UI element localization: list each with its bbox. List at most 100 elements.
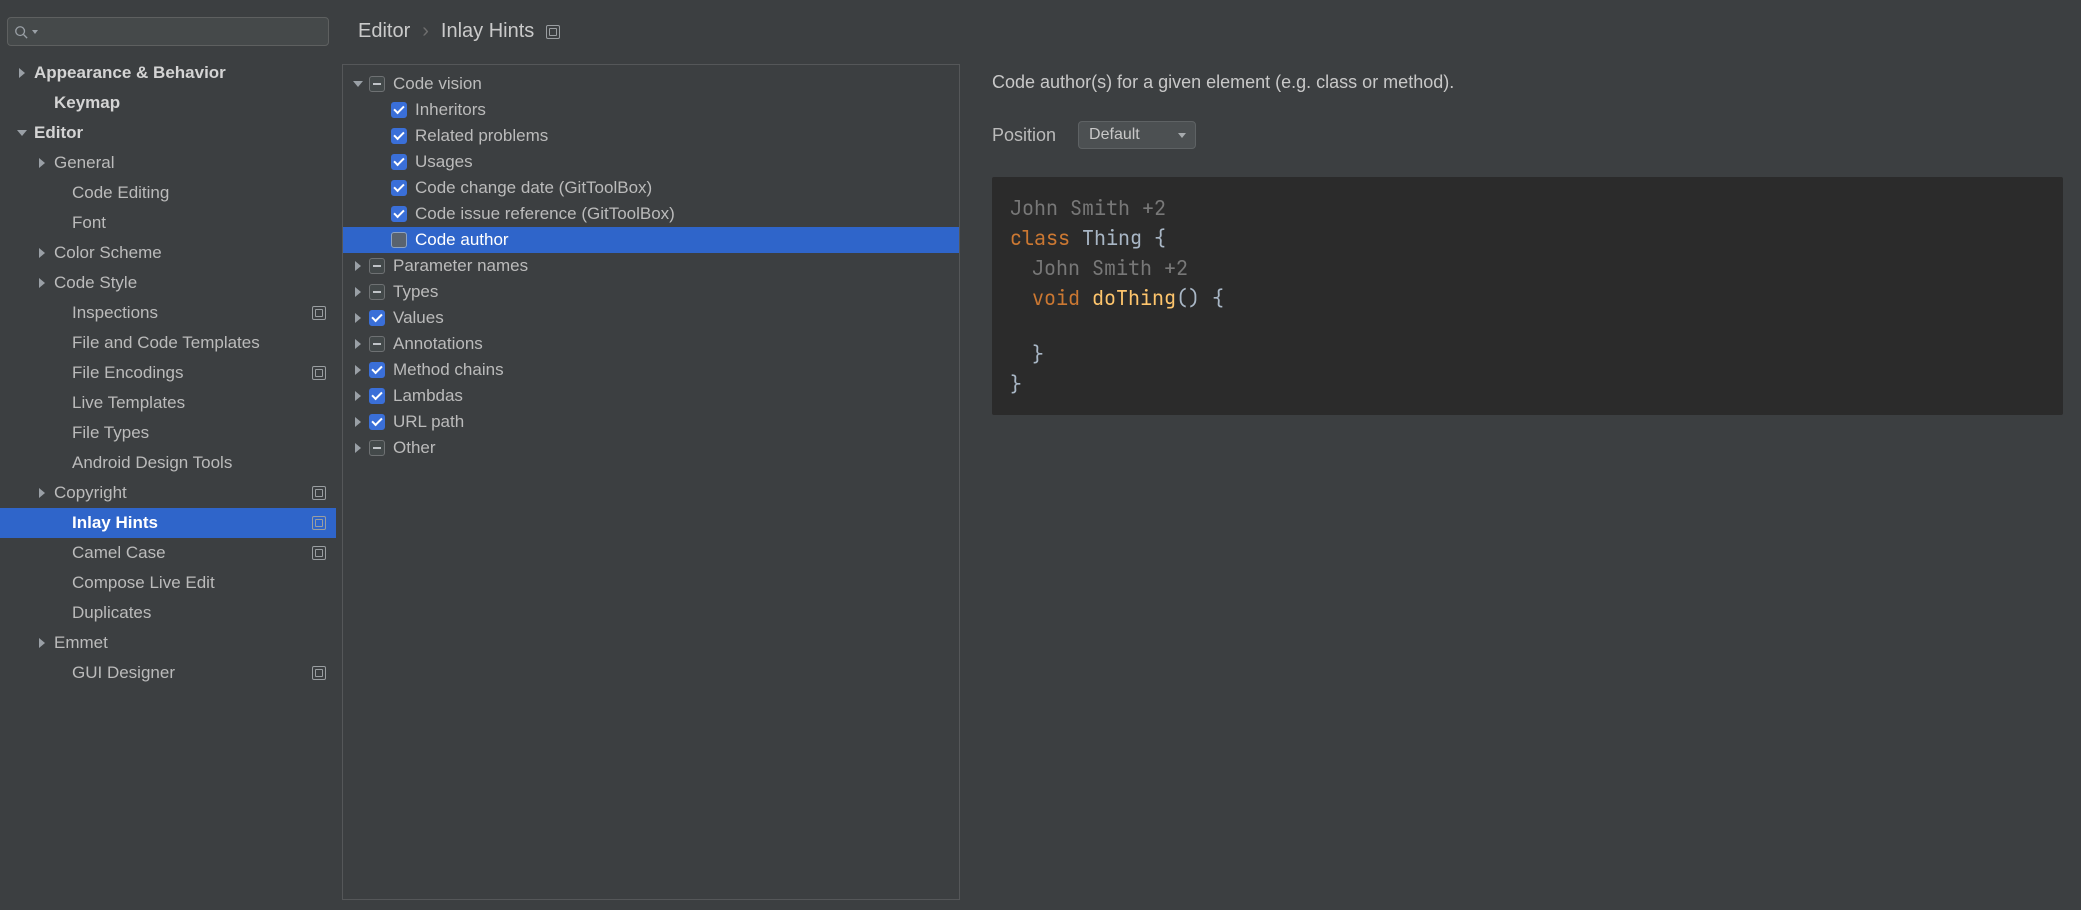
sidebar-item-label: Code Style <box>54 273 137 293</box>
search-input[interactable] <box>42 23 322 41</box>
tree-arrow-icon <box>351 391 365 401</box>
checkbox[interactable] <box>369 362 385 378</box>
checkbox[interactable] <box>391 154 407 170</box>
project-scope-icon <box>312 666 326 680</box>
sidebar-item-label: Font <box>72 213 106 233</box>
tree-arrow-icon <box>52 455 68 471</box>
sidebar-item-label: Editor <box>34 123 83 143</box>
sidebar-item-camel-case[interactable]: Camel Case <box>0 538 336 568</box>
project-scope-icon <box>312 486 326 500</box>
checkbox[interactable] <box>369 258 385 274</box>
tree-arrow-icon <box>351 339 365 349</box>
sidebar-item-label: File Types <box>72 423 149 443</box>
checkbox[interactable] <box>369 310 385 326</box>
tree-arrow-icon <box>34 245 50 261</box>
checkbox[interactable] <box>369 336 385 352</box>
tree-arrow-icon <box>52 545 68 561</box>
tree-arrow-icon <box>351 287 365 297</box>
tree-arrow-icon <box>52 365 68 381</box>
checkbox[interactable] <box>369 284 385 300</box>
category-other[interactable]: Other <box>343 435 959 461</box>
checkbox[interactable] <box>369 414 385 430</box>
sidebar-item-code-editing[interactable]: Code Editing <box>0 178 336 208</box>
tree-arrow-icon <box>34 485 50 501</box>
project-scope-icon <box>312 306 326 320</box>
sidebar-item-editor[interactable]: Editor <box>0 118 336 148</box>
sidebar-item-keymap[interactable]: Keymap <box>0 88 336 118</box>
category-label: Method chains <box>393 360 504 380</box>
checkbox[interactable] <box>369 388 385 404</box>
category-method-chains[interactable]: Method chains <box>343 357 959 383</box>
category-code-issue-reference-gittoolbox-[interactable]: Code issue reference (GitToolBox) <box>343 201 959 227</box>
code-preview: John Smith +2 class Thing { John Smith +… <box>992 177 2063 415</box>
sidebar-item-file-encodings[interactable]: File Encodings <box>0 358 336 388</box>
category-lambdas[interactable]: Lambdas <box>343 383 959 409</box>
category-label: Annotations <box>393 334 483 354</box>
sidebar-item-gui-designer[interactable]: GUI Designer <box>0 658 336 688</box>
sidebar-item-compose-live-edit[interactable]: Compose Live Edit <box>0 568 336 598</box>
tree-arrow-icon <box>14 125 30 141</box>
sidebar-item-duplicates[interactable]: Duplicates <box>0 598 336 628</box>
project-scope-icon <box>546 25 560 39</box>
sidebar-item-live-templates[interactable]: Live Templates <box>0 388 336 418</box>
checkbox[interactable] <box>391 232 407 248</box>
tree-arrow-icon <box>34 155 50 171</box>
category-annotations[interactable]: Annotations <box>343 331 959 357</box>
sidebar-item-emmet[interactable]: Emmet <box>0 628 336 658</box>
category-parameter-names[interactable]: Parameter names <box>343 253 959 279</box>
tree-arrow-icon <box>52 575 68 591</box>
sidebar-item-label: General <box>54 153 114 173</box>
category-label: Code vision <box>393 74 482 94</box>
sidebar-item-inlay-hints[interactable]: Inlay Hints <box>0 508 336 538</box>
project-scope-icon <box>312 366 326 380</box>
position-label: Position <box>992 125 1056 146</box>
sidebar-item-code-style[interactable]: Code Style <box>0 268 336 298</box>
sidebar-item-inspections[interactable]: Inspections <box>0 298 336 328</box>
inlay-categories-tree[interactable]: Code vision InheritorsRelated problemsUsa… <box>342 64 960 900</box>
sidebar-item-copyright[interactable]: Copyright <box>0 478 336 508</box>
sidebar-item-file-types[interactable]: File Types <box>0 418 336 448</box>
category-code-change-date-gittoolbox-[interactable]: Code change date (GitToolBox) <box>343 175 959 201</box>
position-select[interactable]: Default <box>1078 121 1196 149</box>
sidebar-item-label: Android Design Tools <box>72 453 232 473</box>
checkbox[interactable] <box>391 206 407 222</box>
category-label: Code issue reference (GitToolBox) <box>415 204 675 224</box>
sidebar-item-label: Duplicates <box>72 603 151 623</box>
sidebar-item-label: File Encodings <box>72 363 184 383</box>
checkbox[interactable] <box>369 76 385 92</box>
sidebar-item-general[interactable]: General <box>0 148 336 178</box>
tree-arrow-icon <box>52 515 68 531</box>
checkbox[interactable] <box>391 102 407 118</box>
category-label: URL path <box>393 412 464 432</box>
sidebar-item-appearance-behavior[interactable]: Appearance & Behavior <box>0 58 336 88</box>
checkbox[interactable] <box>391 180 407 196</box>
tree-arrow-icon <box>34 275 50 291</box>
category-label: Other <box>393 438 436 458</box>
checkbox[interactable] <box>391 128 407 144</box>
breadcrumb: Editor › Inlay Hints <box>336 11 560 43</box>
category-values[interactable]: Values <box>343 305 959 331</box>
sidebar-item-label: Camel Case <box>72 543 166 563</box>
settings-sidebar[interactable]: Appearance & BehaviorKeymap Editor General… <box>0 54 336 910</box>
sidebar-item-label: Code Editing <box>72 183 169 203</box>
category-types[interactable]: Types <box>343 279 959 305</box>
sidebar-item-android-design-tools[interactable]: Android Design Tools <box>0 448 336 478</box>
checkbox[interactable] <box>369 440 385 456</box>
category-code-author[interactable]: Code author <box>343 227 959 253</box>
search-dropdown-icon[interactable] <box>32 30 38 34</box>
category-usages[interactable]: Usages <box>343 149 959 175</box>
sidebar-item-color-scheme[interactable]: Color Scheme <box>0 238 336 268</box>
category-related-problems[interactable]: Related problems <box>343 123 959 149</box>
author-hint-inner: John Smith +2 <box>1010 253 2045 283</box>
breadcrumb-root[interactable]: Editor <box>358 20 410 43</box>
category-label: Types <box>393 282 438 302</box>
category-inheritors[interactable]: Inheritors <box>343 97 959 123</box>
sidebar-item-font[interactable]: Font <box>0 208 336 238</box>
category-code-vision[interactable]: Code vision <box>343 71 959 97</box>
tree-arrow-icon <box>52 305 68 321</box>
category-url-path[interactable]: URL path <box>343 409 959 435</box>
category-label: Code author <box>415 230 509 250</box>
sidebar-item-file-and-code-templates[interactable]: File and Code Templates <box>0 328 336 358</box>
settings-search[interactable] <box>7 17 329 46</box>
tree-arrow-icon <box>14 65 30 81</box>
